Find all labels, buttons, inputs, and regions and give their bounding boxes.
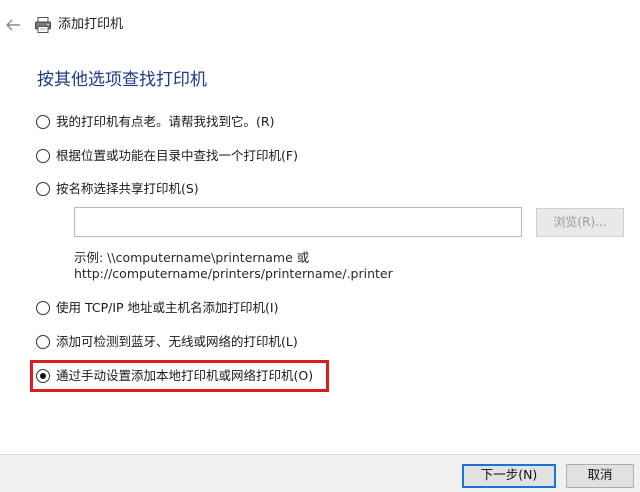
printer-icon bbox=[34, 16, 52, 34]
browse-button: 浏览(R)... bbox=[536, 208, 624, 237]
radio-tcpip[interactable] bbox=[36, 301, 50, 315]
option-label: 根据位置或功能在目录中查找一个打印机(F) bbox=[56, 148, 298, 163]
radio-bluetooth-wireless[interactable] bbox=[36, 335, 50, 349]
radio-directory-search[interactable] bbox=[36, 149, 50, 163]
radio-shared-by-name[interactable] bbox=[36, 182, 50, 196]
option-old-printer[interactable]: 我的打印机有点老。请帮我找到它。(R) bbox=[36, 112, 274, 132]
back-arrow-icon[interactable] bbox=[4, 16, 22, 34]
example-text-line2: http://computername/printers/printername… bbox=[74, 266, 393, 281]
option-label: 按名称选择共享打印机(S) bbox=[56, 181, 199, 196]
add-printer-window: 添加打印机 按其他选项查找打印机 我的打印机有点老。请帮我找到它。(R) 根据位… bbox=[0, 0, 640, 492]
option-shared-by-name[interactable]: 按名称选择共享打印机(S) bbox=[36, 179, 199, 199]
red-highlight-box bbox=[30, 360, 329, 392]
cancel-button[interactable]: 取消 bbox=[566, 464, 634, 488]
title-bar: 添加打印机 bbox=[0, 0, 640, 50]
option-label: 添加可检测到蓝牙、无线或网络的打印机(L) bbox=[56, 334, 298, 349]
option-label: 使用 TCP/IP 地址或主机名添加打印机(I) bbox=[56, 300, 279, 315]
next-button[interactable]: 下一步(N) bbox=[462, 464, 556, 488]
option-tcpip[interactable]: 使用 TCP/IP 地址或主机名添加打印机(I) bbox=[36, 298, 279, 318]
radio-old-printer[interactable] bbox=[36, 115, 50, 129]
option-bluetooth-wireless[interactable]: 添加可检测到蓝牙、无线或网络的打印机(L) bbox=[36, 332, 298, 352]
option-directory-search[interactable]: 根据位置或功能在目录中查找一个打印机(F) bbox=[36, 146, 298, 166]
share-name-input[interactable] bbox=[74, 207, 522, 237]
option-label: 我的打印机有点老。请帮我找到它。(R) bbox=[56, 114, 275, 129]
window-title: 添加打印机 bbox=[58, 17, 124, 32]
page-heading: 按其他选项查找打印机 bbox=[37, 70, 207, 90]
